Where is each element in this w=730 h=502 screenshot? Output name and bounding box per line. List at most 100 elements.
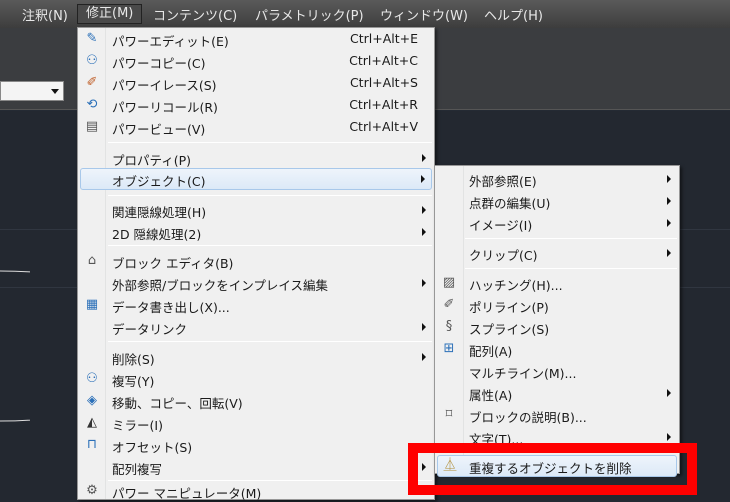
menu-item-data-link[interactable]: データリンク bbox=[80, 316, 432, 338]
menu-item-power-copy[interactable]: ⚇ パワーコピー(C) Ctrl+Alt+C bbox=[80, 50, 432, 72]
shortcut: Ctrl+Alt+V bbox=[349, 119, 418, 134]
label: ブロック エディタ(B) bbox=[112, 256, 234, 271]
label: 移動、コピー、回転(V) bbox=[112, 396, 243, 411]
submenu-item-spline[interactable]: § スプライン(S) bbox=[437, 316, 677, 338]
drawn-circle bbox=[0, 270, 30, 422]
label: 削除(S) bbox=[112, 352, 155, 367]
power-edit-icon: ✎ bbox=[86, 31, 98, 46]
separator bbox=[465, 238, 677, 239]
menu-item-power-recall[interactable]: ⟲ パワーリコール(R) Ctrl+Alt+R bbox=[80, 94, 432, 116]
label: 属性(A) bbox=[469, 388, 513, 403]
label: 点群の編集(U) bbox=[469, 196, 551, 211]
object-submenu: 外部参照(E) 点群の編集(U) イメージ(I) クリップ(C) ▨ ハッチング(… bbox=[434, 165, 680, 477]
label: ハッチング(H)... bbox=[469, 278, 563, 293]
menu-item-offset[interactable]: ⊓ オフセット(S) bbox=[80, 434, 432, 456]
submenu-item-mline[interactable]: マルチライン(M)... bbox=[437, 360, 677, 382]
submenu-item-clip[interactable]: クリップ(C) bbox=[437, 242, 677, 264]
label: 2D 隠線処理(2) bbox=[112, 227, 202, 242]
submenu-item-polyline[interactable]: ✐ ポリライン(P) bbox=[437, 294, 677, 316]
label: パワーコピー(C) bbox=[112, 56, 206, 71]
submenu-item-hatch[interactable]: ▨ ハッチング(H)... bbox=[437, 272, 677, 294]
menu-content[interactable]: コンテンツ(C) bbox=[153, 5, 237, 24]
submenu-item-xref[interactable]: 外部参照(E) bbox=[437, 168, 677, 190]
submenu-item-point-cloud[interactable]: 点群の編集(U) bbox=[437, 190, 677, 212]
separator bbox=[108, 341, 432, 342]
label: パワービュー(V) bbox=[112, 122, 206, 137]
menu-item-power-erase[interactable]: ✐ パワーイレース(S) Ctrl+Alt+S bbox=[80, 72, 432, 94]
menu-annotate[interactable]: 注釈(N) bbox=[22, 5, 68, 24]
menu-item-data-extract[interactable]: ▦ データ書き出し(X)... bbox=[80, 294, 432, 316]
label: クリップ(C) bbox=[469, 248, 538, 263]
submenu-item-block-description[interactable]: ⌑ ブロックの説明(B)... bbox=[437, 404, 677, 426]
label: 外部参照(E) bbox=[469, 174, 537, 189]
menu-item-power-edit[interactable]: ✎ パワーエディット(E) Ctrl+Alt+E bbox=[80, 28, 432, 50]
menu-modify[interactable]: 修正(M) bbox=[77, 4, 143, 24]
mirror-icon: ◭ bbox=[87, 415, 97, 430]
polyline-icon: ✐ bbox=[443, 297, 455, 312]
menu-item-copy[interactable]: ⚇ 複写(Y) bbox=[80, 368, 432, 390]
array-icon: ⊞ bbox=[443, 341, 455, 356]
submenu-item-array[interactable]: ⊞ 配列(A) bbox=[437, 338, 677, 360]
offset-icon: ⊓ bbox=[86, 437, 98, 452]
chevron-down-icon bbox=[51, 89, 59, 94]
separator bbox=[465, 268, 677, 269]
label: 関連隠線処理(H) bbox=[112, 205, 207, 220]
label: データリンク bbox=[112, 322, 188, 337]
label: データ書き出し(X)... bbox=[112, 300, 230, 315]
menu-help[interactable]: ヘルプ(H) bbox=[484, 5, 543, 24]
menu-item-power-view[interactable]: ▤ パワービュー(V) Ctrl+Alt+V bbox=[80, 116, 432, 138]
menu-item-object[interactable]: オブジェクト(C) bbox=[80, 168, 432, 190]
menu-item-hide-2[interactable]: 2D 隠線処理(2) bbox=[80, 221, 432, 243]
label: 複写(Y) bbox=[112, 374, 155, 389]
submenu-item-attribute[interactable]: 属性(A) bbox=[437, 382, 677, 404]
submenu-arrow-icon bbox=[421, 175, 425, 183]
menu-window[interactable]: ウィンドウ(W) bbox=[380, 5, 468, 24]
block-description-icon: ⌑ bbox=[445, 407, 453, 422]
move-copy-rotate-icon: ◈ bbox=[87, 393, 97, 408]
shortcut: Ctrl+Alt+E bbox=[349, 31, 418, 46]
menu-item-xref-edit[interactable]: 外部参照/ブロックをインプレイス編集 bbox=[80, 272, 432, 294]
menu-item-block-editor[interactable]: ⌂ ブロック エディタ(B) bbox=[80, 250, 432, 272]
submenu-item-image[interactable]: イメージ(I) bbox=[437, 212, 677, 234]
submenu-arrow-icon bbox=[422, 206, 426, 214]
submenu-arrow-icon bbox=[422, 353, 426, 361]
menu-item-mirror[interactable]: ◭ ミラー(I) bbox=[80, 412, 432, 434]
shortcut: Ctrl+Alt+S bbox=[349, 75, 418, 90]
label: パワーイレース(S) bbox=[112, 78, 217, 93]
submenu-arrow-icon bbox=[422, 154, 426, 162]
data-extract-icon: ▦ bbox=[85, 297, 99, 312]
separator bbox=[108, 245, 432, 246]
menu-item-erase[interactable]: 削除(S) bbox=[80, 346, 432, 368]
label: ブロックの説明(B)... bbox=[469, 410, 587, 425]
separator bbox=[108, 195, 432, 196]
label: パワー マニピュレータ(M) bbox=[112, 486, 262, 501]
submenu-arrow-icon bbox=[667, 175, 671, 183]
label: 配列複写 bbox=[112, 462, 163, 477]
menu-parametric[interactable]: パラメトリック(P) bbox=[255, 5, 364, 24]
label: ポリライン(P) bbox=[469, 300, 549, 315]
menu-item-power-manipulator[interactable]: ⚙ パワー マニピュレータ(M) bbox=[80, 482, 432, 501]
submenu-arrow-icon bbox=[667, 433, 671, 441]
menu-bar: 注釈(N) 修正(M) コンテンツ(C) パラメトリック(P) ウィンドウ(W)… bbox=[0, 0, 730, 28]
power-recall-icon: ⟲ bbox=[86, 97, 98, 112]
submenu-arrow-icon bbox=[667, 389, 671, 397]
label: 配列(A) bbox=[469, 344, 513, 359]
copy-icon: ⚇ bbox=[86, 371, 98, 386]
power-manipulator-icon: ⚙ bbox=[86, 483, 98, 498]
label: ミラー(I) bbox=[112, 418, 163, 433]
layer-combo[interactable] bbox=[0, 81, 64, 101]
block-editor-icon: ⌂ bbox=[87, 253, 97, 268]
separator bbox=[108, 142, 432, 143]
menu-item-properties[interactable]: プロパティ(P) bbox=[80, 147, 432, 169]
spline-icon: § bbox=[445, 319, 453, 334]
highlight-annotation-box bbox=[408, 443, 697, 495]
submenu-arrow-icon bbox=[422, 279, 426, 287]
separator bbox=[108, 480, 432, 481]
menu-item-hide-1[interactable]: 関連隠線処理(H) bbox=[80, 199, 432, 221]
label: マルチライン(M)... bbox=[469, 366, 577, 381]
label: オブジェクト(C) bbox=[112, 174, 206, 189]
label: オフセット(S) bbox=[112, 440, 193, 455]
label: パワーエディット(E) bbox=[112, 34, 229, 49]
menu-item-array[interactable]: 配列複写 bbox=[80, 456, 432, 478]
menu-item-move-copy-rotate[interactable]: ◈ 移動、コピー、回転(V) bbox=[80, 390, 432, 412]
